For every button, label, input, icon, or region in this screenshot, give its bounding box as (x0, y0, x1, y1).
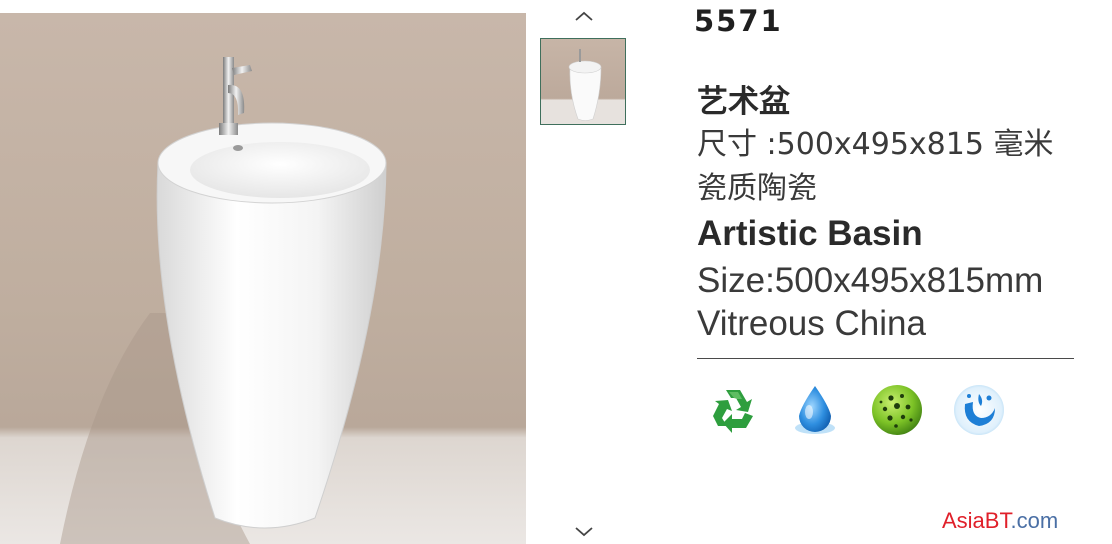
divider (697, 358, 1074, 359)
brand-name: AsiaBT (942, 508, 1011, 533)
recycle-icon (713, 390, 753, 433)
water-drop-icon (795, 386, 835, 434)
product-material-zh: 瓷质陶瓷 (697, 171, 817, 206)
chevron-down-icon[interactable] (572, 525, 596, 539)
product-photo (0, 13, 526, 544)
thumbnail-basin[interactable] (540, 38, 626, 125)
antibacterial-icon (872, 385, 922, 435)
feature-icons (705, 382, 1007, 438)
brand-domain: .com (1010, 508, 1059, 533)
chevron-up-icon[interactable] (572, 9, 596, 23)
product-size-zh: 尺寸 :500x495x815 毫米 (697, 127, 1054, 162)
product-name-zh: 艺术盆 (697, 84, 790, 120)
product-model-number: 5571 (694, 4, 783, 38)
product-name-en: Artistic Basin (697, 214, 923, 253)
brand-watermark: AsiaBT.com (942, 508, 1058, 534)
water-splash-icon (954, 385, 1004, 435)
product-size-en: Size:500x495x815mm (697, 261, 1044, 300)
product-material-en: Vitreous China (697, 304, 926, 343)
